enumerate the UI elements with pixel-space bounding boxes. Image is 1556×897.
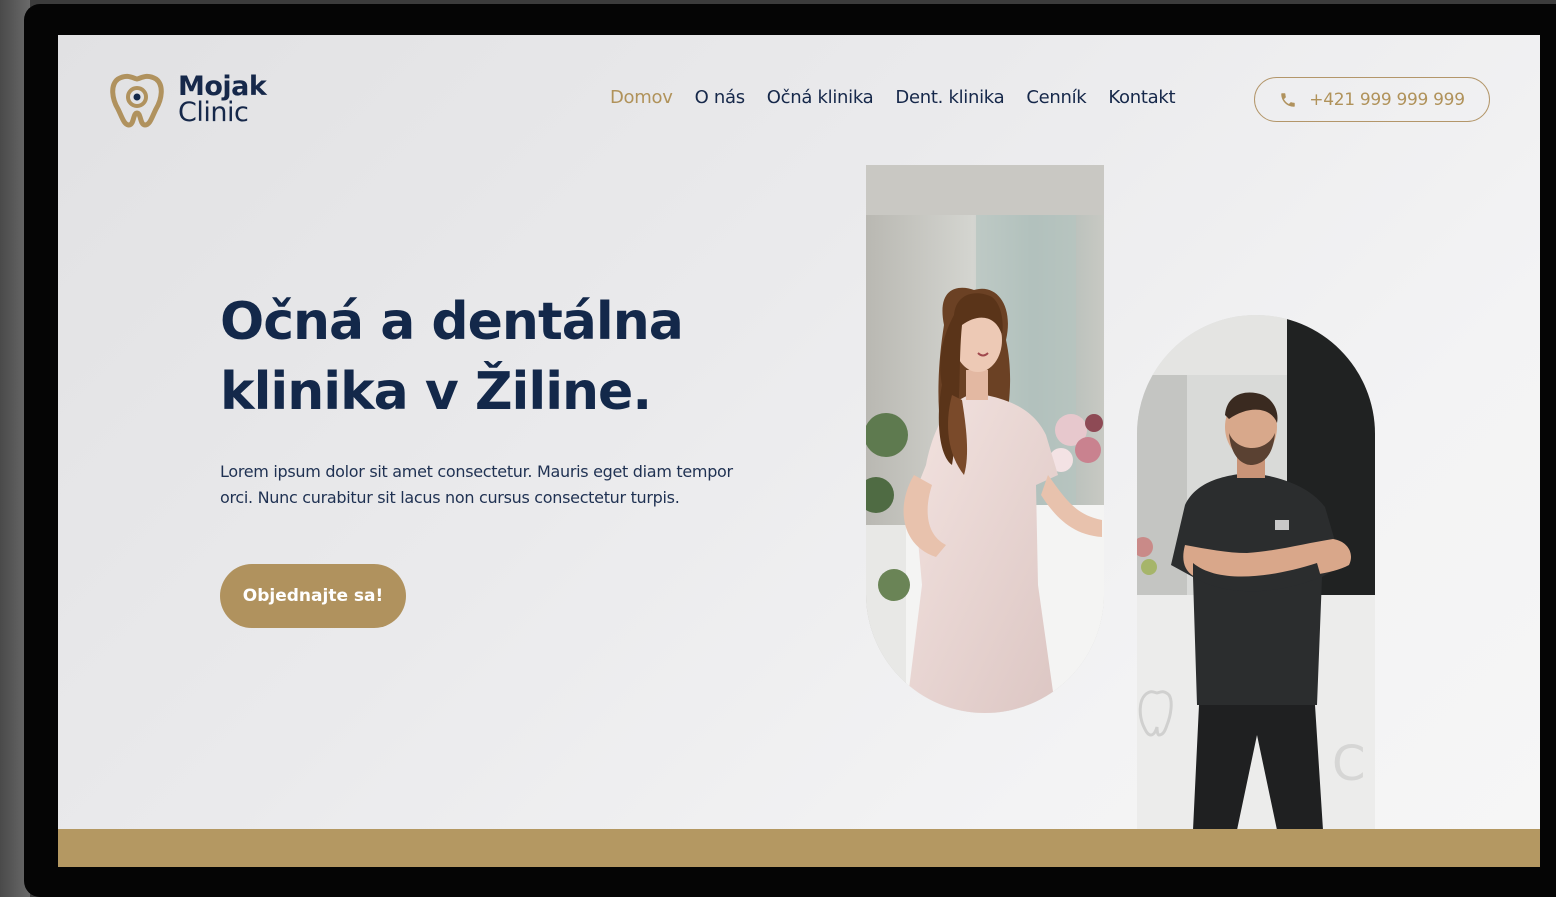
- nav-item-cennik[interactable]: Cenník: [1026, 87, 1086, 108]
- tooth-eye-logo-icon: [110, 73, 164, 128]
- nav-item-dent-klinika[interactable]: Dent. klinika: [895, 87, 1004, 108]
- nav-item-ocna-klinika[interactable]: Očná klinika: [767, 87, 874, 108]
- phone-button[interactable]: +421 999 999 999: [1254, 77, 1490, 122]
- nav-item-kontakt[interactable]: Kontakt: [1108, 87, 1175, 108]
- doctor-woman-photo: [866, 165, 1104, 713]
- doctor-man-photo: C: [1137, 315, 1375, 830]
- phone-number: +421 999 999 999: [1309, 89, 1465, 110]
- brand-name-line2: Clinic: [178, 97, 249, 128]
- nav-item-domov[interactable]: Domov: [610, 87, 673, 108]
- hero-title-line1: Očná a dentálna: [220, 292, 684, 352]
- book-appointment-button[interactable]: Objednajte sa!: [220, 564, 406, 628]
- hero-title-line2: klinika v Žiline.: [220, 362, 652, 422]
- main-nav: Domov O nás Očná klinika Dent. klinika C…: [610, 87, 1176, 108]
- nav-item-o-nas[interactable]: O nás: [695, 87, 746, 108]
- phone-icon: [1281, 92, 1296, 107]
- footer-gold-band: [58, 829, 1540, 867]
- hero-title: Očná a dentálna klinika v Žiline.: [220, 287, 780, 427]
- brand-logo[interactable]: Mojak Clinic: [106, 69, 267, 131]
- website-screen: Mojak Clinic Domov O nás Očná klinika De…: [58, 35, 1540, 867]
- svg-text:C: C: [1332, 736, 1366, 792]
- hero-description: Lorem ipsum dolor sit amet consectetur. …: [220, 462, 733, 507]
